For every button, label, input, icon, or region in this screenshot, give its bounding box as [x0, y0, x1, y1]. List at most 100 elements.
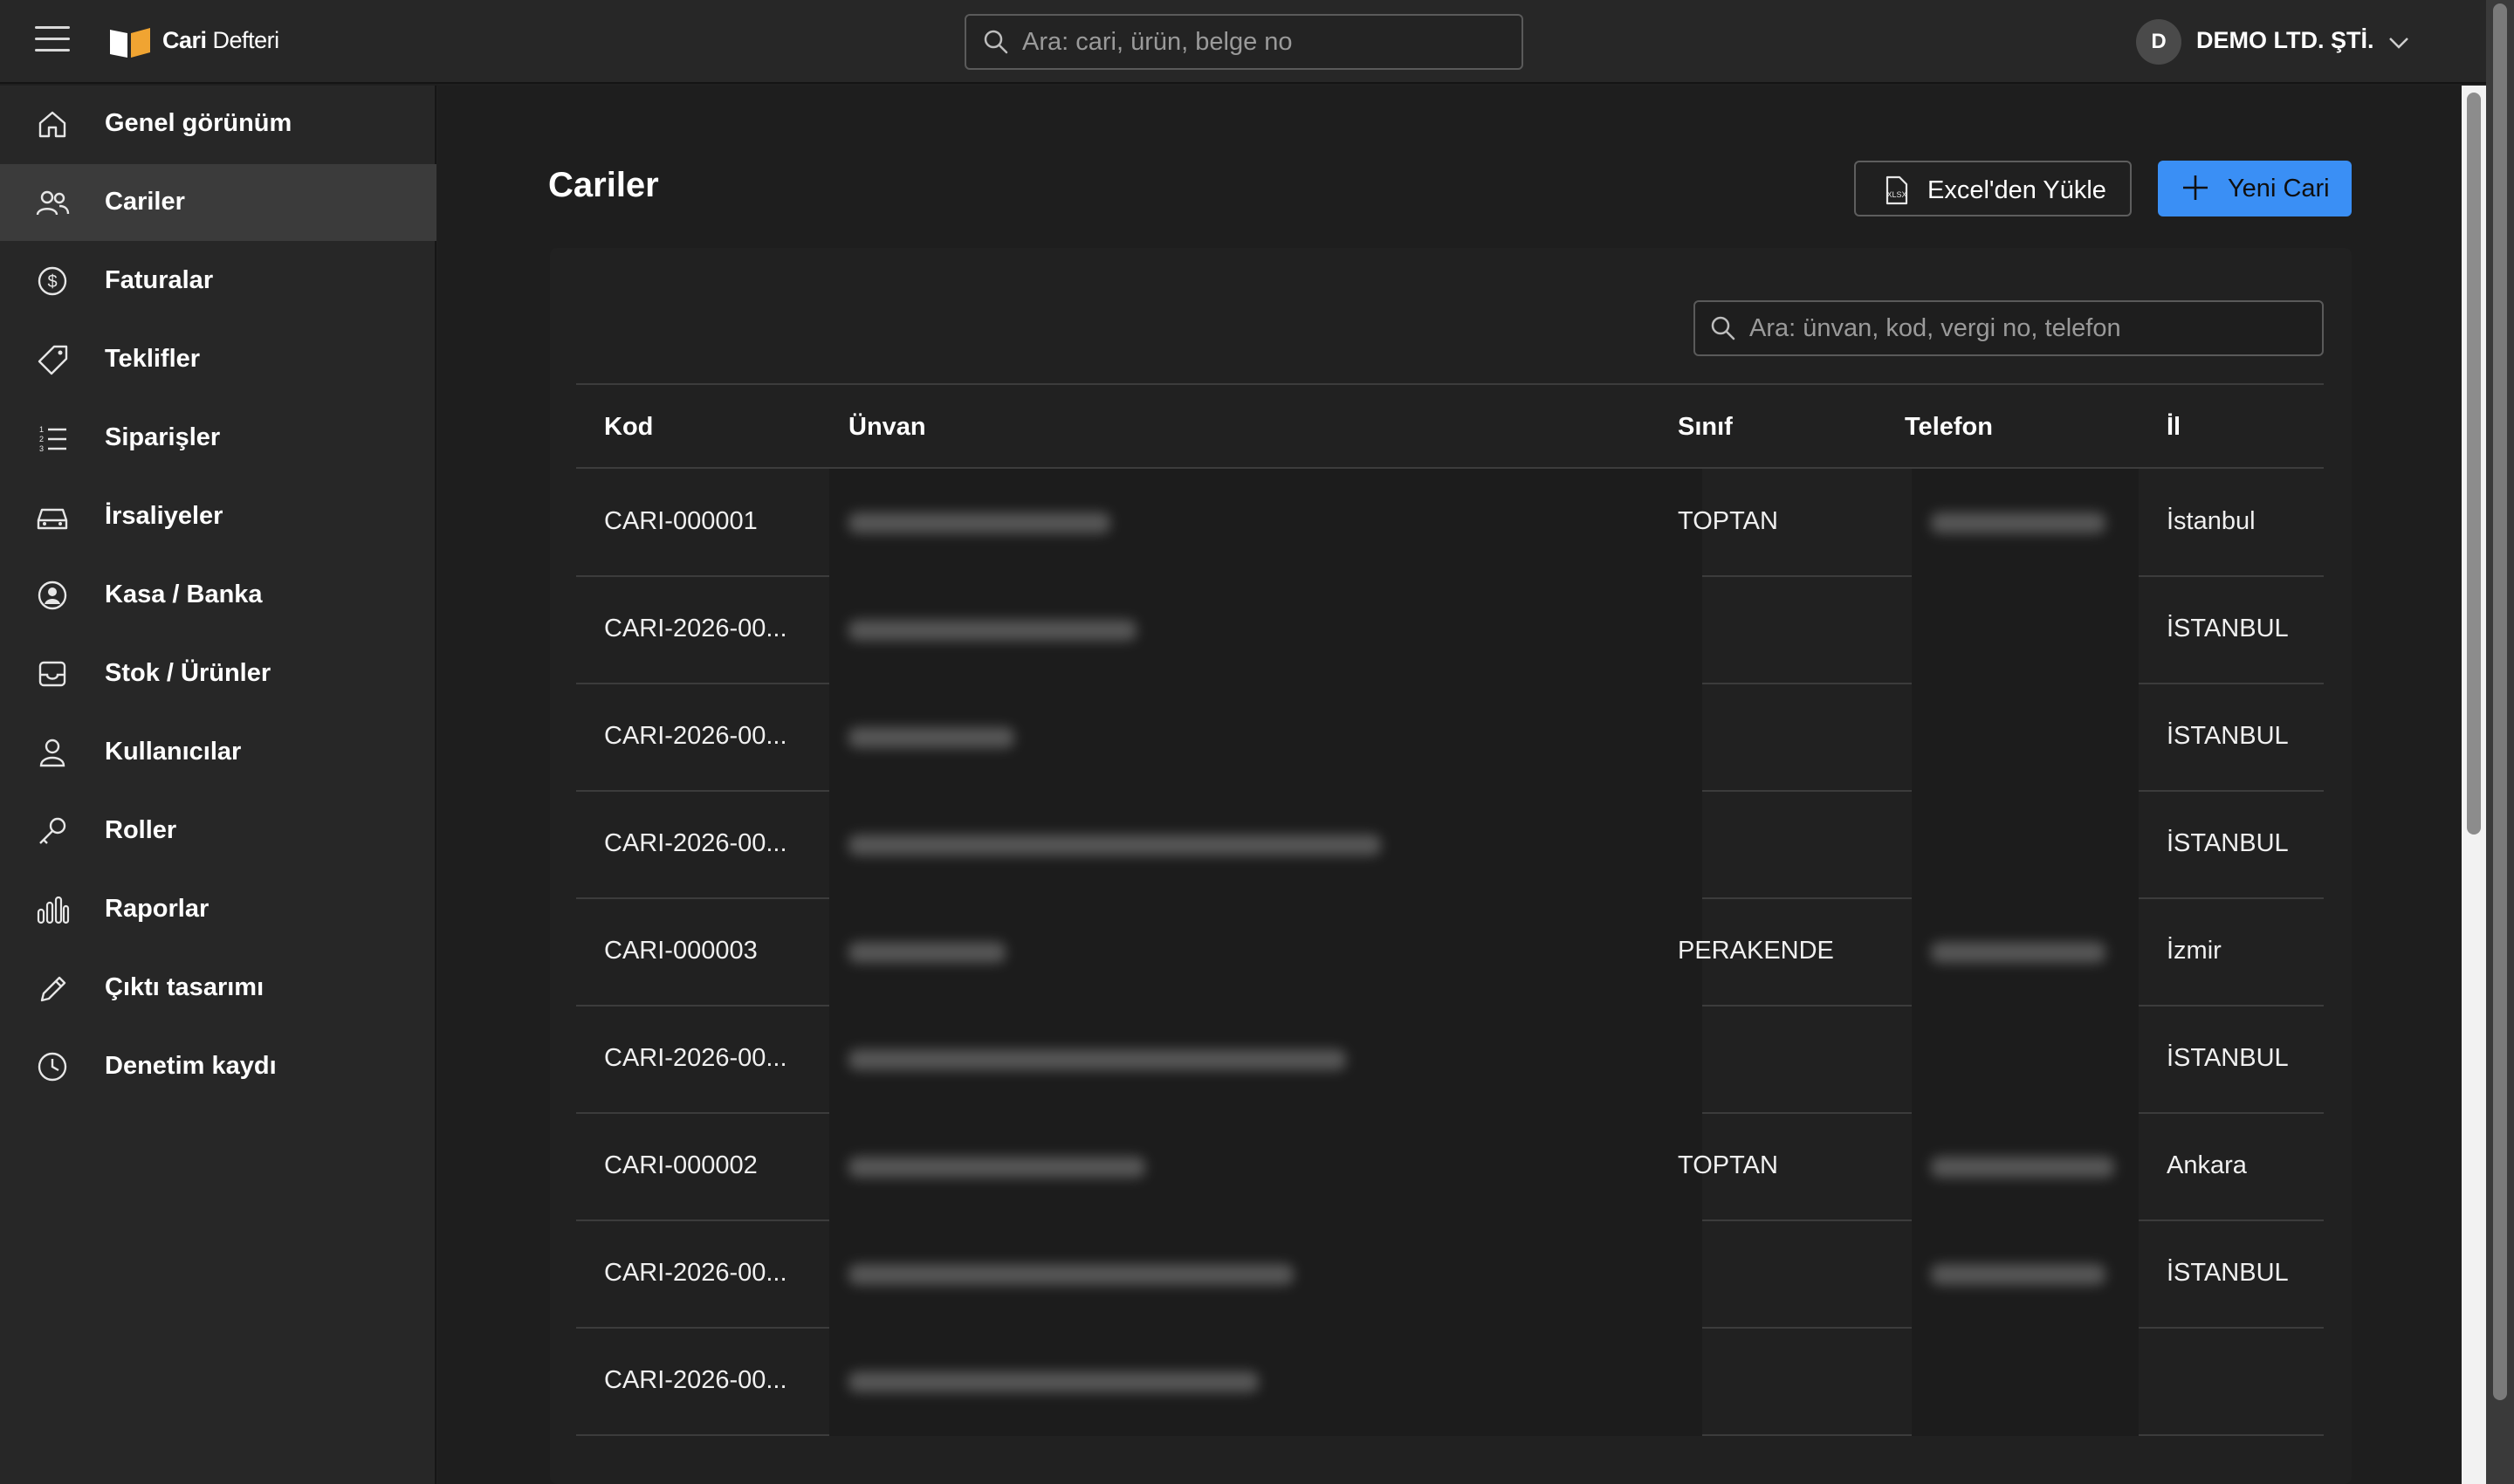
sidebar-item-label: Teklifler	[105, 345, 201, 373]
column-header-unvan[interactable]: Ünvan	[848, 413, 926, 442]
table-row[interactable]: CARI-2026-00...	[576, 1328, 2324, 1436]
sidebar-item-label: Faturalar	[105, 266, 214, 294]
content-scrollbar-thumb[interactable]	[2467, 93, 2481, 835]
home-icon	[38, 111, 66, 138]
table-row[interactable]: CARI-000002 TOPTAN Ankara	[576, 1113, 2324, 1221]
key-icon	[39, 817, 66, 844]
cell-kod: CARI-2026-00...	[604, 1044, 787, 1072]
logo-icon	[110, 28, 150, 58]
cell-kod: CARI-000002	[604, 1151, 758, 1179]
tag-icon	[38, 345, 68, 375]
search-icon	[984, 30, 1008, 54]
sidebar-item-denetim-kaydi[interactable]: Denetim kaydı	[0, 1028, 436, 1105]
table-row[interactable]: CARI-2026-00... İSTANBUL	[576, 791, 2324, 899]
sidebar-item-irsaliyeler[interactable]: İrsaliyeler	[0, 478, 436, 555]
table-row[interactable]: CARI-000001 TOPTAN İstanbul	[576, 469, 2324, 577]
sidebar-item-teklifler[interactable]: Teklifler	[0, 321, 436, 398]
cell-telefon-redacted	[1931, 1264, 2105, 1285]
table-search-input[interactable]	[1749, 302, 2308, 354]
svg-text:2: 2	[39, 435, 44, 443]
svg-text:$: $	[47, 272, 57, 292]
pencil-icon	[40, 976, 66, 1002]
xlsx-file-icon: XLSX	[1886, 175, 1908, 205]
cell-unvan-redacted	[848, 620, 1137, 641]
cell-kod: CARI-2026-00...	[604, 615, 787, 642]
cell-kod: CARI-2026-00...	[604, 829, 787, 857]
clock-icon	[38, 1052, 67, 1082]
sidebar-item-label: Stok / Ürünler	[105, 659, 271, 687]
cell-il: İstanbul	[2167, 507, 2256, 535]
cell-sinif: TOPTAN	[1678, 1151, 1778, 1179]
sidebar-item-label: İrsaliyeler	[105, 502, 223, 530]
cell-unvan-redacted	[848, 1371, 1259, 1392]
table-row[interactable]: CARI-2026-00... İSTANBUL	[576, 1220, 2324, 1329]
menu-icon[interactable]	[35, 26, 70, 58]
new-cari-label: Yeni Cari	[2228, 175, 2330, 203]
column-header-il[interactable]: İl	[2167, 413, 2181, 442]
cell-unvan-redacted	[848, 727, 1014, 748]
sidebar-item-siparisler[interactable]: 123 Siparişler	[0, 400, 436, 477]
cell-il: İSTANBUL	[2167, 1259, 2289, 1287]
cell-il: İSTANBUL	[2167, 722, 2289, 750]
chevron-down-icon[interactable]	[2386, 30, 2412, 56]
table-row[interactable]: CARI-000003 PERAKENDE İzmir	[576, 898, 2324, 1007]
excel-import-button[interactable]: XLSX Excel'den Yükle	[1854, 161, 2132, 216]
cell-telefon-redacted	[1931, 942, 2105, 963]
window-scrollbar-thumb[interactable]	[2493, 3, 2507, 1400]
sidebar-item-kasa-banka[interactable]: Kasa / Banka	[0, 557, 436, 634]
cell-unvan-redacted	[848, 1264, 1294, 1285]
sidebar-item-label: Raporlar	[105, 895, 210, 923]
sidebar-item-cariler[interactable]: Cariler	[0, 164, 436, 241]
car-icon	[37, 508, 68, 530]
sidebar-item-genel-gorunum[interactable]: Genel görünüm	[0, 86, 436, 162]
cari-table-card: Kod Ünvan Sınıf Telefon İl CARI-000001 TO…	[550, 248, 2352, 1484]
users-icon	[36, 190, 70, 216]
cell-unvan-redacted	[848, 512, 1110, 533]
cell-telefon-redacted	[1931, 1157, 2114, 1178]
cell-kod: CARI-2026-00...	[604, 1259, 787, 1287]
company-name[interactable]: DEMO LTD. ŞTİ.	[2196, 27, 2374, 54]
search-icon	[1711, 316, 1735, 340]
page-title: Cariler	[548, 166, 659, 204]
global-search-input[interactable]	[1022, 16, 1511, 68]
sidebar-item-label: Cariler	[105, 188, 185, 216]
column-header-kod[interactable]: Kod	[604, 413, 653, 442]
global-search[interactable]	[965, 14, 1523, 70]
cell-kod: CARI-000001	[604, 507, 758, 535]
sidebar-item-stok-urunler[interactable]: Stok / Ürünler	[0, 636, 436, 712]
main-content: Cariler XLSX Excel'den Yükle Yeni Cari K…	[438, 86, 2462, 1484]
svg-text:1: 1	[39, 425, 44, 434]
sidebar-item-label: Kasa / Banka	[105, 581, 263, 608]
table-row[interactable]: CARI-2026-00... İSTANBUL	[576, 684, 2324, 792]
sidebar-item-label: Çıktı tasarımı	[105, 973, 264, 1001]
sidebar-item-kullanicilar[interactable]: Kullanıcılar	[0, 714, 436, 791]
table-search[interactable]	[1693, 300, 2324, 356]
table-row[interactable]: CARI-2026-00... İSTANBUL	[576, 1006, 2324, 1114]
avatar[interactable]: D	[2136, 19, 2181, 65]
sidebar-item-label: Denetim kaydı	[105, 1052, 277, 1080]
column-header-sinif[interactable]: Sınıf	[1678, 413, 1733, 442]
sidebar-item-cikti-tasarimi[interactable]: Çıktı tasarımı	[0, 950, 436, 1027]
user-circle-icon	[38, 581, 67, 610]
dollar-circle-icon: $	[38, 266, 67, 296]
ordered-list-icon: 123	[39, 425, 66, 453]
table-row[interactable]: CARI-2026-00... İSTANBUL	[576, 576, 2324, 684]
app-logo-text: Cari Defteri	[162, 27, 279, 53]
cell-sinif: TOPTAN	[1678, 507, 1778, 535]
telefon-column-bg	[1912, 1006, 2139, 1114]
sidebar-item-label: Kullanıcılar	[105, 738, 242, 766]
sidebar: Genel görünüm Cariler $ Faturalar Teklif…	[0, 86, 436, 1484]
sidebar-item-label: Siparişler	[105, 423, 221, 451]
bar-chart-icon	[37, 896, 70, 924]
sidebar-item-faturalar[interactable]: $ Faturalar	[0, 243, 436, 319]
cell-unvan-redacted	[848, 835, 1381, 855]
window-scrollbar[interactable]	[2486, 0, 2514, 1484]
sidebar-item-raporlar[interactable]: Raporlar	[0, 871, 436, 948]
cell-il: İSTANBUL	[2167, 615, 2289, 642]
telefon-column-bg	[1912, 791, 2139, 899]
telefon-column-bg	[1912, 1328, 2139, 1436]
column-header-telefon[interactable]: Telefon	[1905, 413, 1993, 442]
sidebar-item-roller[interactable]: Roller	[0, 793, 436, 869]
new-cari-button[interactable]: Yeni Cari	[2158, 161, 2352, 216]
sidebar-item-label: Roller	[105, 816, 177, 844]
